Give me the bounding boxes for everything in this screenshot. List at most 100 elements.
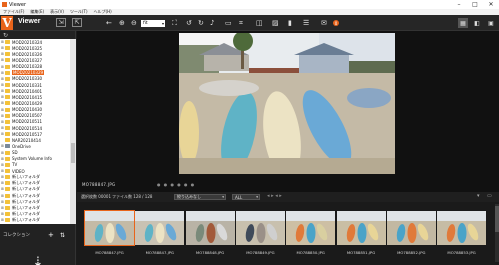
app-name: Viewer: [18, 18, 41, 25]
slideshow-icon[interactable]: ▭: [225, 18, 232, 28]
zoom-in-icon[interactable]: ⊕: [119, 18, 125, 28]
thumbnail[interactable]: [286, 211, 336, 245]
tree-item-label: MOD20210326: [12, 51, 43, 57]
tree-item-label: MOD20210430: [12, 107, 43, 113]
tree-item-label: 新しいフォルダ: [12, 192, 40, 198]
thumbnail[interactable]: [235, 211, 285, 245]
export-icon[interactable]: ⇲: [56, 18, 66, 27]
rotate-right-icon[interactable]: ↻: [198, 18, 204, 28]
tree-item-label: MOD20210324: [12, 39, 43, 45]
back-icon[interactable]: ←: [106, 18, 112, 28]
thumbnail-label: MO788847.JPG: [145, 250, 174, 255]
tree-item-label: MOD20210329: [12, 70, 45, 76]
folder-tree: ⊞ MOD20210324 ⊞ MOD20210325 ⊞ MOD20210326 ⊞ MOD…: [0, 39, 70, 224]
close-button[interactable]: ✕: [483, 0, 499, 9]
tree-item-label: 新しいフォルダ: [12, 186, 40, 192]
thumbnail[interactable]: [336, 211, 386, 245]
compare-icon[interactable]: ◫: [256, 18, 263, 28]
folder-icon: [5, 113, 10, 118]
folder-icon: [5, 76, 10, 81]
mail-icon[interactable]: ✉: [321, 18, 327, 28]
grid-view-button[interactable]: ▦: [458, 18, 468, 28]
minimize-button[interactable]: –: [451, 0, 467, 9]
main-photo[interactable]: [179, 33, 395, 174]
sort-icon[interactable]: ⇅: [60, 232, 65, 239]
tree-item-label: 新しいフォルダ: [12, 217, 40, 223]
thumbnail[interactable]: [135, 211, 185, 245]
folder-icon: [5, 95, 10, 100]
app-logo: V: [1, 16, 13, 30]
folder-icon: [5, 52, 10, 57]
tree-item-label: NAR20210414: [12, 137, 41, 143]
thumbnail-label: MO788851.JPG: [346, 250, 376, 255]
thumbnail-label: MO788853.JPG: [447, 250, 476, 255]
thumbnail[interactable]: [437, 211, 487, 245]
expand-icon[interactable]: ▾: [477, 193, 480, 199]
tree-item-label: MOD20210330: [12, 76, 43, 82]
thumbnail-label: MO788849.JPG: [246, 250, 275, 255]
tree-item[interactable]: ⊞ 新しいフォルダ: [0, 217, 70, 223]
folder-icon: [5, 119, 10, 124]
folder-icon: [5, 181, 10, 186]
filter-select[interactable]: 絞り込みなし: [174, 194, 226, 200]
title-bar: Viewer – □ ✕: [0, 0, 499, 9]
tree-item-label: MOD20210517: [12, 131, 43, 137]
sort-az-icon[interactable]: ⇣: [30, 253, 46, 265]
fit-icon[interactable]: ⛶: [172, 18, 177, 28]
refresh-icon[interactable]: ↻: [3, 32, 8, 39]
single-view-button[interactable]: ▣: [486, 18, 496, 28]
notification-badge[interactable]: 0: [333, 20, 339, 26]
collection-header: コレクション + ⇅: [0, 230, 76, 240]
music-icon[interactable]: ♪: [210, 18, 214, 28]
folder-icon: [5, 89, 10, 94]
tree-item-label: MOD20210511: [12, 119, 43, 125]
tree-item-label: MOD20210327: [12, 57, 43, 63]
tree-scrollbar[interactable]: [70, 39, 76, 224]
add-collection-icon[interactable]: +: [48, 231, 54, 239]
zoom-select[interactable]: fit: [141, 20, 165, 27]
folder-icon: [5, 107, 10, 112]
thumbnail[interactable]: [386, 211, 436, 245]
window-controls: – □ ✕: [451, 0, 499, 9]
import-icon[interactable]: ⇱: [72, 18, 82, 27]
minimize-strip-icon[interactable]: ▭: [487, 193, 492, 199]
folder-icon: [5, 70, 10, 75]
thumbnail-label: MO788848.JPG: [195, 250, 225, 255]
tree-item-label: MOD20210331: [12, 82, 43, 88]
list-icon[interactable]: ☰: [303, 18, 309, 28]
folder-icon: [5, 150, 10, 155]
tree-item-label: SD: [12, 150, 18, 156]
folder-icon: [5, 132, 10, 137]
nav-arrows[interactable]: ◂ ▸ ◂ ▸: [267, 193, 282, 199]
maximize-button[interactable]: □: [467, 0, 483, 9]
filmstrip: MO788847.JPG MO788847.JPG MO788848.JPG MO78…: [77, 202, 499, 265]
filmstrip-scrollbar[interactable]: [495, 204, 499, 262]
tree-item-label: TV: [12, 162, 18, 168]
thumbnail[interactable]: [185, 211, 235, 245]
cloud-drive-icon: [5, 144, 10, 149]
image-icon[interactable]: ▨: [272, 18, 279, 28]
bookmark-icon[interactable]: ▮: [288, 18, 292, 28]
sidebar-header: ↻: [0, 31, 75, 39]
thumbnail[interactable]: [84, 210, 135, 246]
tree-item-label: MOD20210325: [12, 45, 43, 51]
rotate-left-icon[interactable]: ↺: [186, 18, 192, 28]
folder-icon: [5, 126, 10, 131]
folder-icon: [5, 46, 10, 51]
zoom-out-icon[interactable]: ⊖: [131, 18, 137, 28]
tree-item-label: 新しいフォルダ: [12, 198, 40, 204]
app-icon: [2, 2, 7, 7]
thumbnail-label: MO788852.JPG: [397, 250, 426, 255]
filter-select-2[interactable]: ALL: [232, 194, 260, 200]
folder-icon: [5, 138, 10, 143]
selected-count: 選択枚数 00001: [81, 194, 111, 199]
crop-icon[interactable]: ⌗: [239, 18, 243, 28]
window-title: Viewer: [9, 1, 26, 8]
tree-item-label: MOD20210507: [12, 113, 43, 119]
folder-icon: [5, 169, 10, 174]
folder-icon: [5, 218, 10, 223]
folder-icon: [5, 101, 10, 106]
tree-item-label: MOD20210429: [12, 100, 43, 106]
tree-item-label: 新しいフォルダ: [12, 204, 40, 210]
split-view-button[interactable]: ◧: [472, 18, 482, 28]
